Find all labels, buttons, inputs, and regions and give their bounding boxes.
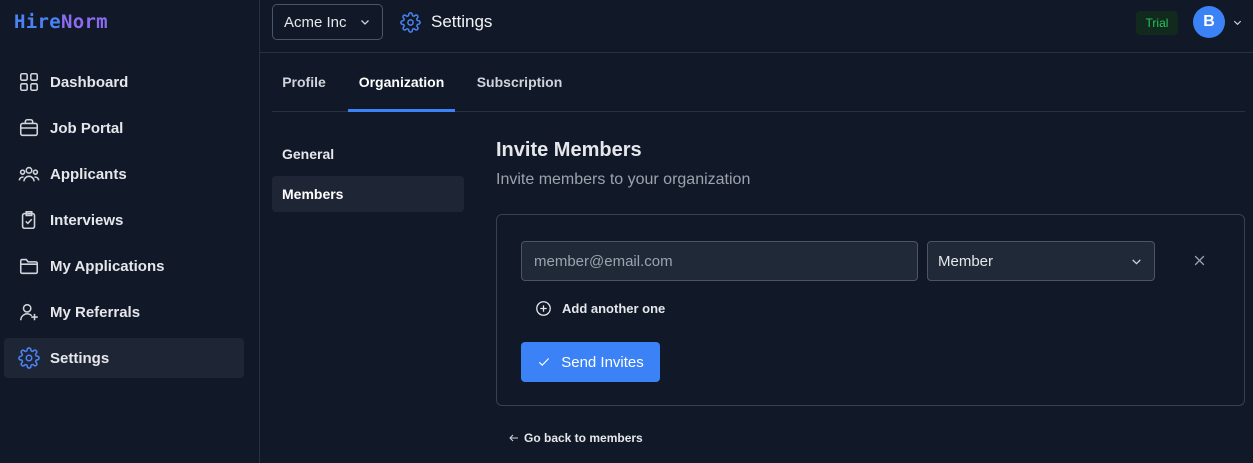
- organization-subnav: General Members: [272, 136, 464, 216]
- logo-text-hire: Hire: [14, 11, 61, 33]
- settings-tabs: Profile Organization Subscription: [272, 53, 1245, 112]
- users-icon: [18, 163, 40, 185]
- section-title: Invite Members: [496, 139, 642, 161]
- dashboard-grid-icon: [18, 71, 40, 93]
- email-input[interactable]: [521, 241, 918, 281]
- role-select[interactable]: Member: [927, 241, 1155, 281]
- sidebar-item-my-applications[interactable]: My Applications: [4, 246, 244, 286]
- arrow-left-icon: [508, 432, 520, 444]
- section-subtitle: Invite members to your organization: [496, 171, 751, 188]
- org-select-value: Acme Inc: [284, 13, 347, 31]
- subnav-item-members[interactable]: Members: [272, 176, 464, 212]
- sidebar-item-settings[interactable]: Settings: [4, 338, 244, 378]
- role-select-value: Member: [938, 252, 994, 270]
- sidebar-item-applicants[interactable]: Applicants: [4, 154, 244, 194]
- add-another-button[interactable]: Add another one: [535, 298, 665, 318]
- folder-icon: [18, 255, 40, 277]
- close-icon[interactable]: [1192, 253, 1207, 268]
- user-plus-icon: [18, 301, 40, 323]
- sidebar-item-dashboard[interactable]: Dashboard: [4, 62, 244, 102]
- tab-subscription[interactable]: Subscription: [467, 53, 572, 111]
- sidebar-item-label: Interviews: [50, 211, 124, 229]
- app-logo[interactable]: Hire Norm: [14, 9, 108, 35]
- check-icon: [537, 355, 551, 369]
- sidebar-item-label: Job Portal: [50, 119, 124, 137]
- sidebar-item-label: Settings: [50, 349, 110, 367]
- add-another-label: Add another one: [562, 300, 666, 316]
- tab-profile[interactable]: Profile: [272, 53, 336, 111]
- chevron-down-icon: [1130, 255, 1143, 268]
- sidebar-nav: Dashboard Job Portal Applicants Intervie…: [4, 62, 244, 384]
- gear-icon: [400, 11, 421, 33]
- sidebar-item-label: My Referrals: [50, 303, 141, 321]
- sidebar-item-interviews[interactable]: Interviews: [4, 200, 244, 240]
- page-title: Settings: [400, 10, 492, 34]
- clipboard-check-icon: [18, 209, 40, 231]
- logo-text-norm: Norm: [60, 11, 108, 33]
- chevron-down-icon[interactable]: [1232, 17, 1243, 28]
- sidebar-item-my-referrals[interactable]: My Referrals: [4, 292, 244, 332]
- send-invites-label: Send Invites: [561, 353, 644, 371]
- sidebar-item-label: Applicants: [50, 165, 127, 183]
- go-back-label: Go back to members: [524, 431, 643, 445]
- sidebar-item-label: Dashboard: [50, 73, 129, 91]
- top-header: Acme Inc Settings Trial B: [260, 0, 1253, 53]
- sidebar-item-job-portal[interactable]: Job Portal: [4, 108, 244, 148]
- gear-icon: [18, 347, 40, 369]
- chevron-down-icon: [359, 16, 371, 28]
- trial-badge: Trial: [1136, 11, 1178, 35]
- go-back-link[interactable]: Go back to members: [508, 430, 643, 446]
- plus-circle-icon: [535, 300, 552, 317]
- invite-card: Member Add another one Send Invites: [496, 214, 1245, 406]
- send-invites-button[interactable]: Send Invites: [521, 342, 660, 382]
- avatar[interactable]: B: [1193, 6, 1225, 38]
- sidebar-item-label: My Applications: [50, 257, 165, 275]
- briefcase-icon: [18, 117, 40, 139]
- subnav-item-general[interactable]: General: [272, 136, 464, 172]
- org-select[interactable]: Acme Inc: [272, 4, 383, 40]
- tab-organization[interactable]: Organization: [348, 53, 455, 112]
- sidebar: Hire Norm Dashboard Job Portal Applicant…: [0, 0, 260, 463]
- page-title-text: Settings: [431, 12, 493, 31]
